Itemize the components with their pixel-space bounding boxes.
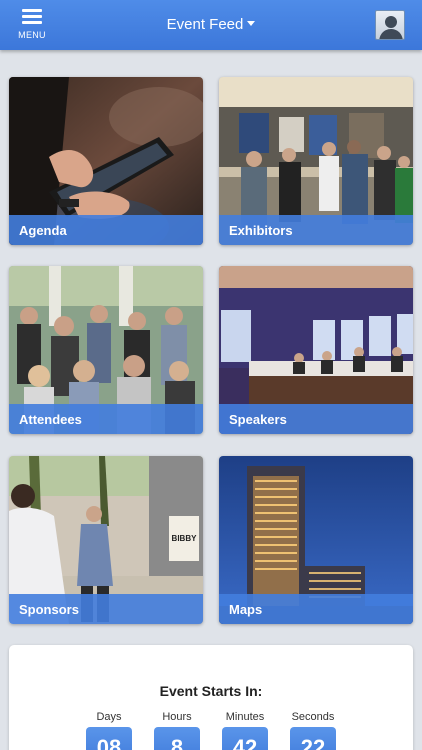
countdown-title: Event Starts In: bbox=[159, 683, 263, 699]
header-title: Event Feed bbox=[166, 16, 244, 33]
app-header: MENU Event Feed bbox=[0, 0, 422, 50]
tile-agenda[interactable]: Agenda bbox=[9, 77, 203, 245]
user-avatar-icon bbox=[379, 16, 403, 39]
profile-button[interactable] bbox=[375, 10, 405, 40]
menu-label: MENU bbox=[18, 30, 46, 40]
tile-speakers-label: Speakers bbox=[219, 404, 413, 434]
hours-value: 8 bbox=[154, 727, 200, 750]
seconds-value: 22 bbox=[290, 727, 336, 750]
countdown-minutes: Minutes 42 bbox=[215, 711, 275, 750]
bibby-sign: BIBBY bbox=[171, 534, 197, 543]
tile-agenda-label: Agenda bbox=[9, 215, 203, 245]
seconds-label: Seconds bbox=[291, 711, 335, 723]
tile-exhibitors-label: Exhibitors bbox=[219, 215, 413, 245]
hamburger-icon bbox=[22, 9, 42, 24]
minutes-label: Minutes bbox=[225, 711, 265, 723]
days-label: Days bbox=[96, 711, 122, 723]
days-value: 08 bbox=[86, 727, 132, 750]
event-countdown-card: Event Starts In: Days 08 Hours 8 Minutes… bbox=[9, 645, 413, 750]
hours-label: Hours bbox=[162, 711, 192, 723]
tile-attendees-label: Attendees bbox=[9, 404, 203, 434]
tile-speakers[interactable]: Speakers bbox=[219, 266, 413, 434]
countdown-days: Days 08 bbox=[79, 711, 139, 750]
countdown-hours: Hours 8 bbox=[147, 711, 207, 750]
tile-exhibitors[interactable]: Exhibitors bbox=[219, 77, 413, 245]
caret-down-icon bbox=[247, 21, 256, 27]
countdown-seconds: Seconds 22 bbox=[283, 711, 343, 750]
tile-sponsors-label: Sponsors bbox=[9, 594, 203, 624]
tile-sponsors[interactable]: BIBBY Sponsors bbox=[9, 456, 203, 624]
tile-maps-label: Maps bbox=[219, 594, 413, 624]
menu-button[interactable]: MENU bbox=[12, 6, 52, 44]
event-feed-dropdown[interactable]: Event Feed bbox=[141, 16, 281, 33]
tile-attendees[interactable]: Attendees bbox=[9, 266, 203, 434]
tile-maps[interactable]: Maps bbox=[219, 456, 413, 624]
minutes-value: 42 bbox=[222, 727, 268, 750]
